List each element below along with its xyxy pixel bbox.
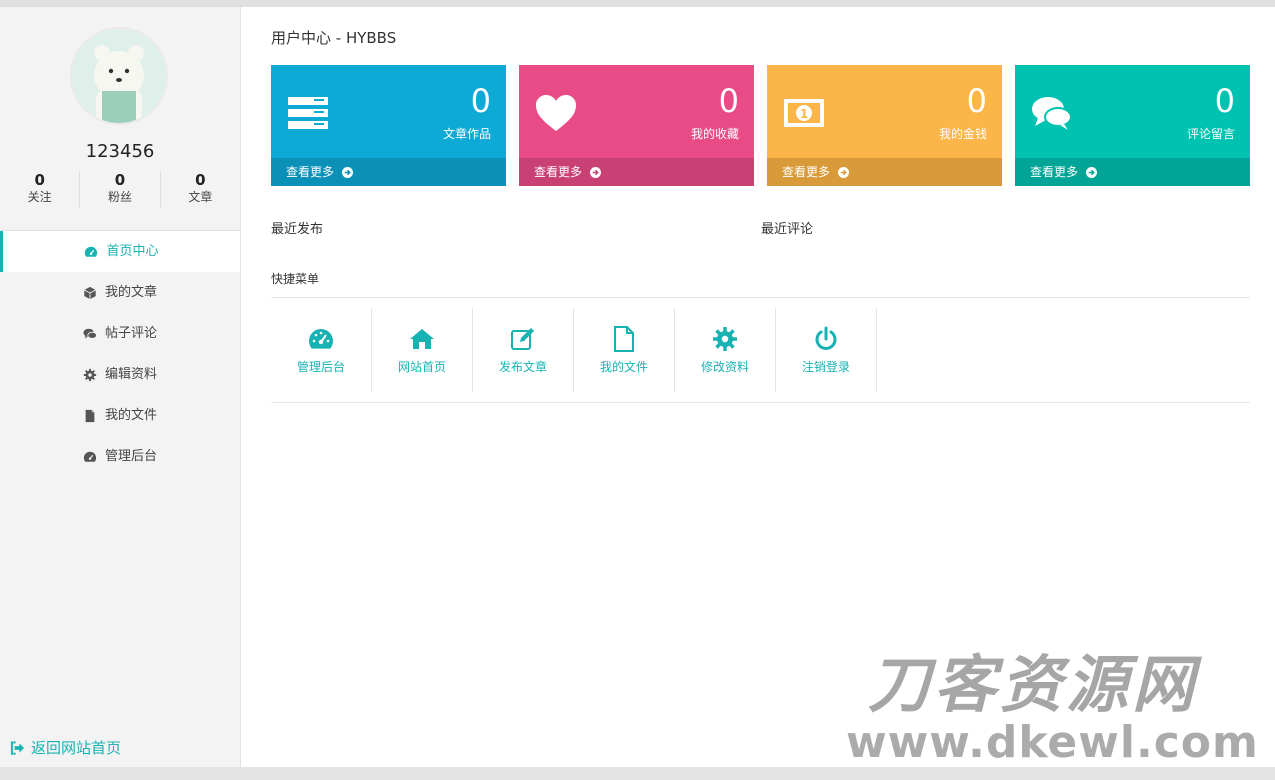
card-value: 0 xyxy=(1214,82,1235,120)
dashboard-icon xyxy=(85,246,98,257)
sidebar-item-label: 管理后台 xyxy=(104,449,157,464)
username: 123456 xyxy=(85,141,155,162)
arrow-circle-right-icon xyxy=(838,166,850,178)
recent-posts-title: 最近发布 xyxy=(271,222,324,237)
card-more-link[interactable]: 查看更多 xyxy=(519,158,754,186)
sidebar-item-admin[interactable]: 管理后台 xyxy=(0,436,240,477)
quick-item-label: 发布文章 xyxy=(498,359,547,374)
sidebar-item-my-articles[interactable]: 我的文章 xyxy=(0,272,240,313)
quick-item-label: 修改资料 xyxy=(700,359,749,374)
stat-cards: 0 文章作品 查看更多 0 我的收藏 查看更多 1 0 我的金钱 查看更多 0 … xyxy=(271,65,1250,186)
file-icon xyxy=(614,325,634,352)
sidebar-item-label: 帖子评论 xyxy=(104,326,157,341)
dashboard-icon xyxy=(83,451,97,462)
divider xyxy=(271,297,1250,298)
power-icon xyxy=(815,326,837,350)
quick-item-home[interactable]: 网站首页 xyxy=(372,308,473,392)
file-icon xyxy=(85,409,95,422)
card-label: 文章作品 xyxy=(442,127,491,141)
card-label: 我的收藏 xyxy=(690,127,739,141)
card-more-label: 查看更多 xyxy=(286,165,335,179)
cube-icon xyxy=(84,286,96,299)
avatar[interactable] xyxy=(72,29,166,123)
sidebar-item-label: 首页中心 xyxy=(106,244,159,259)
home-icon xyxy=(410,328,434,349)
gear-icon xyxy=(83,368,97,381)
page-title: 用户中心 - HYBBS xyxy=(271,29,397,47)
comments-icon xyxy=(1032,97,1072,130)
quick-menu-title: 快捷菜单 xyxy=(271,272,320,286)
sidebar-item-label: 我的文章 xyxy=(104,285,157,300)
arrow-circle-right-icon xyxy=(342,166,354,178)
card-label: 评论留言 xyxy=(1186,127,1235,141)
stat-number: 0 xyxy=(34,171,45,189)
recent-comments-title: 最近评论 xyxy=(761,222,814,237)
money-icon: 1 xyxy=(784,99,824,127)
card-comments: 0 评论留言 查看更多 xyxy=(1015,65,1250,186)
stat-followers[interactable]: 0 粉丝 xyxy=(80,171,161,207)
user-stats: 0 关注 0 粉丝 0 文章 xyxy=(0,171,240,207)
quick-item-label: 网站首页 xyxy=(397,359,446,374)
card-more-label: 查看更多 xyxy=(782,165,831,179)
sidebar-menu: 首页中心 我的文章 帖子评论 编辑资料 我的文件 管理后台 xyxy=(0,230,240,477)
card-more-label: 查看更多 xyxy=(534,165,583,179)
card-articles: 0 文章作品 查看更多 xyxy=(271,65,506,186)
sign-out-icon xyxy=(10,740,25,755)
quick-item-my-files[interactable]: 我的文件 xyxy=(574,308,675,392)
arrow-circle-right-icon xyxy=(1086,166,1098,178)
sidebar-item-my-files[interactable]: 我的文件 xyxy=(0,395,240,436)
card-more-link[interactable]: 查看更多 xyxy=(271,158,506,186)
sidebar-item-post-comments[interactable]: 帖子评论 xyxy=(0,313,240,354)
card-money: 1 0 我的金钱 查看更多 xyxy=(767,65,1002,186)
svg-text:1: 1 xyxy=(800,107,808,121)
dashboard-icon xyxy=(309,328,333,349)
watermark-text: 刀客资源网 xyxy=(868,648,1199,721)
quick-item-label: 我的文件 xyxy=(599,359,648,374)
heart-icon xyxy=(536,95,576,131)
quick-item-label: 注销登录 xyxy=(801,359,850,374)
sidebar-item-label: 编辑资料 xyxy=(104,367,157,382)
bottom-bar xyxy=(0,767,1275,780)
stat-number: 0 xyxy=(114,171,126,189)
divider xyxy=(271,402,1250,403)
sidebar-item-label: 我的文件 xyxy=(104,408,157,423)
card-value: 0 xyxy=(966,82,987,120)
card-value: 0 xyxy=(718,82,739,120)
comments-icon xyxy=(83,328,97,339)
card-label: 我的金钱 xyxy=(938,127,987,141)
top-bar xyxy=(0,0,1275,7)
card-favorites: 0 我的收藏 查看更多 xyxy=(519,65,754,186)
quick-item-admin[interactable]: 管理后台 xyxy=(271,308,372,392)
card-more-link[interactable]: 查看更多 xyxy=(1015,158,1250,186)
quick-item-edit-profile[interactable]: 修改资料 xyxy=(675,308,776,392)
card-more-link[interactable]: 查看更多 xyxy=(767,158,1002,186)
sidebar: 123456 0 关注 0 粉丝 0 文章 首页中心 我的文章 帖子评论 编辑资… xyxy=(0,7,241,767)
back-to-site-link[interactable]: 返回网站首页 xyxy=(10,737,121,758)
watermark: 刀客资源网 www.dkewl.com xyxy=(846,652,1266,772)
stat-label: 粉丝 xyxy=(107,190,132,204)
quick-item-publish[interactable]: 发布文章 xyxy=(473,308,574,392)
quick-menu: 管理后台 网站首页 发布文章 我的文件 修改资料 注销登录 xyxy=(271,308,877,392)
card-value: 0 xyxy=(470,82,491,120)
sidebar-item-home-center[interactable]: 首页中心 xyxy=(0,231,240,272)
arrow-circle-right-icon xyxy=(590,166,602,178)
stat-label: 关注 xyxy=(27,190,52,204)
gear-icon xyxy=(713,326,737,351)
edit-icon xyxy=(511,327,534,350)
card-more-label: 查看更多 xyxy=(1030,165,1079,179)
sidebar-item-edit-profile[interactable]: 编辑资料 xyxy=(0,354,240,395)
server-icon xyxy=(288,97,328,129)
stat-following[interactable]: 0 关注 xyxy=(0,171,81,207)
quick-item-label: 管理后台 xyxy=(296,359,345,374)
stat-number: 0 xyxy=(195,171,206,189)
stat-label: 文章 xyxy=(188,190,213,204)
quick-item-logout[interactable]: 注销登录 xyxy=(776,308,877,392)
watermark-url: www.dkewl.com xyxy=(846,717,1259,768)
back-link-label: 返回网站首页 xyxy=(31,739,122,757)
stat-articles[interactable]: 0 文章 xyxy=(161,171,240,207)
